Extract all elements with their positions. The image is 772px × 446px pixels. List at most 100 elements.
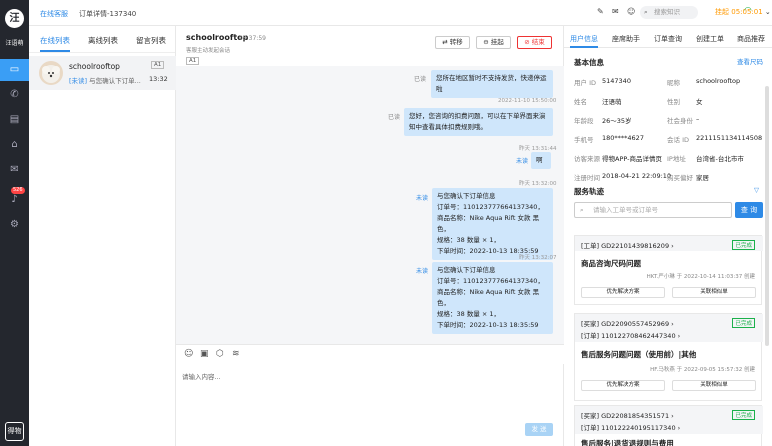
message-input[interactable]: 请输入内容... bbox=[182, 371, 221, 381]
conversation-list-pane: 在线列表 离线列表 留言列表 schoolrooftop A1 [未读] 与您确… bbox=[29, 26, 176, 446]
field-value: schoolrooftop bbox=[696, 77, 741, 85]
field-label: 手机号 bbox=[574, 136, 594, 144]
chat-header: schoolrooftop 05:37:59 客服主动发起会话 A1 ⇄ 转移 … bbox=[176, 26, 564, 66]
message-bubble[interactable]: 您所在地区暂时不支持发货，快递停运啦 bbox=[431, 70, 553, 98]
ticket-id: [买家] GD22090557452969 › bbox=[581, 320, 674, 328]
priority-solution-button[interactable]: 优先解决方案 bbox=[581, 380, 665, 391]
tab-order-query[interactable]: 订单查询 bbox=[654, 34, 682, 44]
tab-online-service[interactable]: 在线客服 bbox=[40, 9, 68, 19]
message-time: 昨天 13:31:44 bbox=[519, 146, 557, 152]
settings-icon[interactable]: ⚙ bbox=[0, 214, 29, 236]
field-value: – bbox=[696, 115, 700, 123]
read-status: 未读 bbox=[416, 195, 429, 202]
message-time: 2022-11-10 15:50:00 bbox=[498, 98, 557, 104]
customer-avatar bbox=[39, 61, 63, 85]
field-label: 用户 ID bbox=[574, 79, 596, 87]
card-meta: HF.马秋燕 于 2022-09-05 15:57:32 创建 bbox=[650, 367, 755, 373]
field-value: 台湾省-台北市市 bbox=[696, 155, 744, 163]
chat-subtitle: 客服主动发起会话 bbox=[186, 48, 231, 54]
status-badge: 已完成 bbox=[732, 240, 755, 250]
field-label: 社会身份 bbox=[667, 117, 693, 125]
service-card[interactable]: [工单] GD22101439816209 › 已完成 商品咨询尺码问题 HKT… bbox=[574, 235, 763, 305]
basic-info-title: 基本信息 bbox=[574, 58, 604, 67]
status-badge: 已完成 bbox=[732, 318, 755, 328]
field-label: 注册时间 bbox=[574, 174, 600, 182]
message-bubble[interactable]: 您好，您咨询的扣费问题，可以在下单界面来演 知中查看具体扣费规则哦。 bbox=[404, 108, 553, 136]
app-logo: 得物 bbox=[5, 422, 24, 441]
mail-icon[interactable]: ✉ bbox=[612, 7, 619, 16]
ticket-id: [工单] GD22101439816209 › bbox=[581, 242, 674, 250]
emoji-icon[interactable]: ☺ bbox=[184, 349, 193, 359]
tab-online-list[interactable]: 在线列表 bbox=[40, 35, 70, 52]
related-ticket-button[interactable]: 关联相似单 bbox=[672, 380, 756, 391]
send-button[interactable]: 发 送 bbox=[525, 423, 553, 436]
field-label: 姓名 bbox=[574, 98, 587, 106]
agent-status[interactable]: 挂起 05:05:01 ⌄ bbox=[715, 7, 771, 17]
query-button[interactable]: 查 询 bbox=[735, 202, 763, 218]
ticket-id: [买家] GD22081854351571 › bbox=[581, 412, 674, 420]
read-status: 已读 bbox=[388, 114, 401, 121]
message-time: 昨天 13:32:07 bbox=[519, 255, 557, 261]
notification-icon[interactable]: ♪ 526 bbox=[0, 187, 29, 211]
tab-offline-list[interactable]: 离线列表 bbox=[88, 35, 118, 46]
end-button[interactable]: ⊘ 结束 bbox=[517, 36, 552, 49]
priority-solution-button[interactable]: 优先解决方案 bbox=[581, 287, 665, 298]
store-icon[interactable]: ⌂ bbox=[0, 134, 29, 156]
hold-button[interactable]: ⊖ 挂起 bbox=[476, 36, 511, 49]
field-label: 购买偏好 bbox=[667, 174, 693, 182]
chat-icon[interactable]: ▭ bbox=[0, 59, 29, 81]
field-value: 2018-04-21 22:09:10 bbox=[602, 172, 672, 180]
status-badge: 已完成 bbox=[732, 410, 755, 420]
top-bar: 在线客服 订单详情-137340 ✎ ✉ ☺ ⌕ 搜索知识 挂起 05:05:01… bbox=[29, 0, 772, 26]
card-meta: HKT.严小琳 于 2022-10-14 11:03:37 创建 bbox=[646, 274, 755, 280]
message-bubble[interactable]: 啊 bbox=[531, 152, 551, 169]
message-time: 昨天 13:32:00 bbox=[519, 181, 557, 187]
user-icon[interactable]: ☺ bbox=[627, 7, 635, 16]
search-icon: ⌕ bbox=[644, 8, 648, 16]
scrollbar[interactable] bbox=[765, 86, 769, 346]
tab-product-recommend[interactable]: 商品推荐 bbox=[737, 34, 765, 44]
related-ticket-button[interactable]: 关联相似单 bbox=[672, 287, 756, 298]
conversation-preview: [未读] 与您确认下订单... bbox=[69, 77, 141, 85]
notification-badge: 526 bbox=[11, 187, 25, 194]
tab-user-info[interactable]: 用户信息 bbox=[570, 34, 598, 48]
service-track-title: 服务轨迹 bbox=[574, 187, 604, 196]
message-bubble[interactable]: 与您确认下订单信息 订单号：110123777664137340， 商品名称：N… bbox=[432, 262, 553, 334]
tab-order-detail[interactable]: 订单详情-137340 bbox=[79, 9, 136, 19]
view-size-link[interactable]: 查看尺码 bbox=[737, 56, 763, 66]
tab-agent-assistant[interactable]: 座席助手 bbox=[612, 34, 640, 44]
filter-icon[interactable]: ▽ bbox=[754, 186, 759, 194]
card-title: 售后服务问题问题（使用前）|其他 bbox=[581, 350, 697, 359]
field-label: 性别 bbox=[667, 98, 680, 106]
layers-icon[interactable]: ≋ bbox=[232, 349, 240, 359]
conversation-item[interactable]: schoolrooftop A1 [未读] 与您确认下订单... 13:32 bbox=[29, 56, 176, 90]
field-value: 女 bbox=[696, 98, 703, 106]
package-icon[interactable]: ⬡ bbox=[216, 349, 224, 359]
ticket-icon[interactable]: ▤ bbox=[0, 109, 29, 131]
list-tabs: 在线列表 离线列表 留言列表 bbox=[29, 26, 175, 53]
field-label: 会话 ID bbox=[667, 136, 689, 144]
track-search-input[interactable]: ⌕ 请输入工单号或订单号 bbox=[574, 202, 732, 218]
chat-tag: A1 bbox=[186, 57, 200, 65]
tab-message-list[interactable]: 留言列表 bbox=[136, 35, 166, 46]
input-toolbar: ☺ ▣ ⬡ ≋ bbox=[176, 344, 564, 364]
field-label: IP地址 bbox=[667, 155, 686, 163]
image-icon[interactable]: ▣ bbox=[200, 349, 209, 359]
field-value: 180****4627 bbox=[602, 134, 644, 142]
transfer-button[interactable]: ⇄ 转移 bbox=[435, 36, 470, 49]
left-sidebar: 汪 汪语萌 ▭ ✆ ▤ ⌂ ✉ ♪ 526 ⚙ 得物 bbox=[0, 0, 29, 446]
phone-icon[interactable]: ✆ bbox=[0, 84, 29, 106]
tab-create-ticket[interactable]: 创建工单 bbox=[696, 34, 724, 44]
field-label: 昵称 bbox=[667, 79, 680, 87]
service-card[interactable]: [买家] GD22090557452969 › [订单] 11012270846… bbox=[574, 313, 763, 401]
search-icon: ⌕ bbox=[580, 206, 584, 214]
service-card[interactable]: [买家] GD22081854351571 › [订单] 11012224019… bbox=[574, 405, 763, 446]
message-bubble[interactable]: 与您确认下订单信息 订单号：110123777664137340， 商品名称：N… bbox=[432, 188, 553, 260]
field-value: 2211151134114508 bbox=[696, 134, 763, 142]
edit-icon[interactable]: ✎ bbox=[597, 7, 604, 16]
card-title: 商品咨询尺码问题 bbox=[581, 259, 641, 268]
message-area: 已读 您所在地区暂时不支持发货，快递停运啦 2022-11-10 15:50:0… bbox=[176, 66, 564, 344]
message-icon[interactable]: ✉ bbox=[0, 159, 29, 181]
knowledge-search[interactable]: ⌕ 搜索知识 bbox=[640, 6, 698, 19]
agent-avatar[interactable]: 汪 bbox=[5, 9, 24, 28]
